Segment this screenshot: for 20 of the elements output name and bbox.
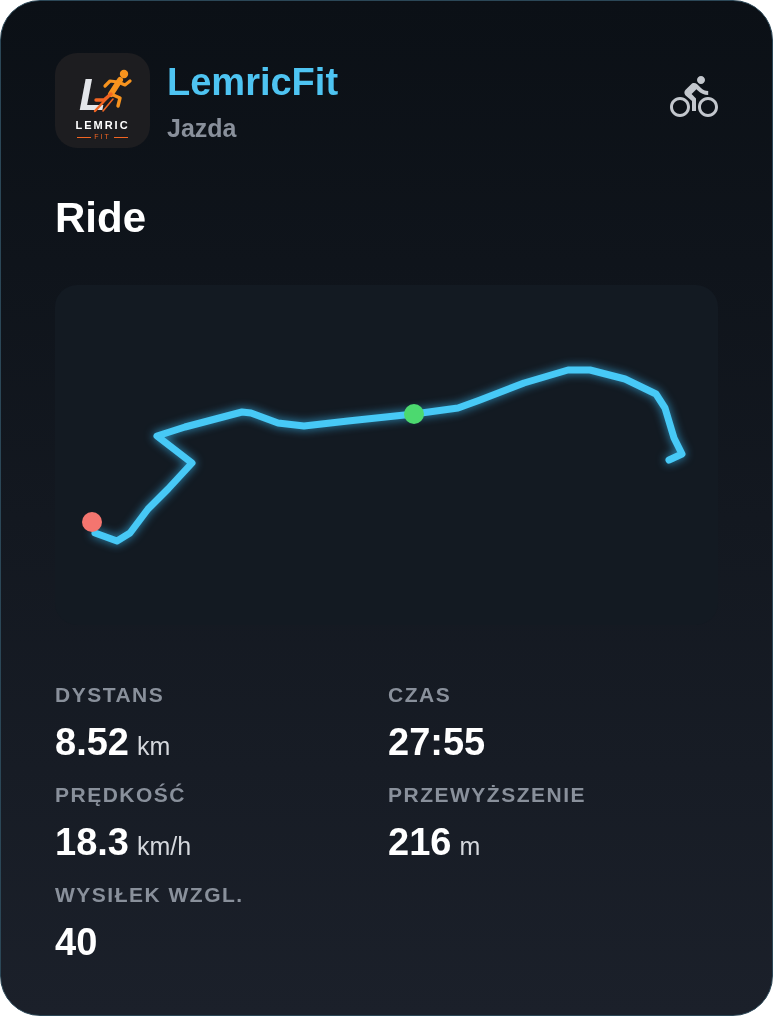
- stat-value: 216: [388, 820, 452, 864]
- stat-label: PRZEWYŻSZENIE: [388, 783, 587, 807]
- stat-label: PRĘDKOŚĆ: [55, 783, 188, 807]
- route-marker: [404, 404, 424, 424]
- stat-value: 27:55: [388, 720, 486, 764]
- stat-unit: m: [459, 831, 481, 861]
- stat-label: DYSTANS: [55, 683, 166, 707]
- stat-value: 40: [55, 920, 98, 964]
- stat-label: WYSIŁEK WZGL.: [55, 883, 245, 907]
- stat-value: 18.3: [55, 820, 129, 864]
- stat-unit: km: [136, 731, 171, 761]
- app-name: LemricFit: [167, 60, 339, 104]
- stat-value: 8.52: [55, 720, 129, 764]
- logo-wordmark: LEMRIC: [75, 120, 130, 131]
- stat-unit: km/h: [136, 831, 192, 861]
- route-marker: [82, 512, 102, 532]
- activity-type: Jazda: [167, 113, 238, 143]
- activity-title: Ride: [55, 194, 147, 242]
- stat-label: CZAS: [388, 683, 453, 707]
- logo-monogram: L: [79, 75, 106, 115]
